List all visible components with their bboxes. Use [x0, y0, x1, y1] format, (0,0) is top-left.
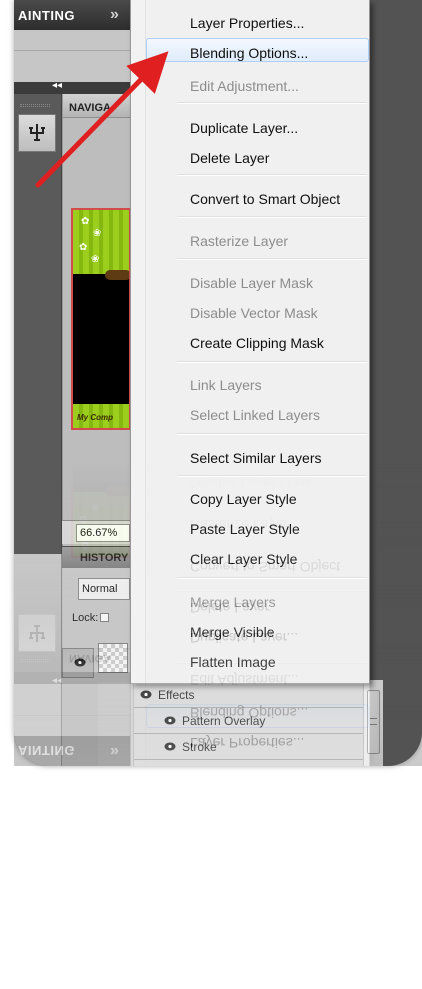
- layer-visibility-toggle[interactable]: [62, 648, 94, 678]
- thumbnail-brand: My Comp: [77, 413, 113, 422]
- collapse-icon[interactable]: ◂◂: [52, 80, 62, 91]
- effects-label: Effects: [158, 688, 195, 702]
- tool-dock: [14, 94, 62, 554]
- menu-item-disable-layer-mask: Disable Layer Mask: [190, 275, 313, 291]
- menu-item-copy-layer-style[interactable]: Copy Layer Style: [146, 485, 369, 509]
- options-band: [14, 30, 134, 82]
- lock-label: Lock:: [72, 612, 99, 624]
- effect-row-pattern-overlay[interactable]: Pattern Overlay: [134, 708, 368, 734]
- menu-item-select-similar-layers[interactable]: Select Similar Layers: [146, 444, 369, 468]
- panel-title: AINTING: [18, 8, 75, 23]
- effects-row[interactable]: Effects: [134, 682, 368, 708]
- layer-thumbnail[interactable]: [98, 643, 128, 673]
- eye-icon: [140, 690, 152, 699]
- menu-item-convert-smart-object[interactable]: Convert to Smart Object: [146, 185, 369, 209]
- lock-row: Lock:: [72, 612, 110, 624]
- menu-item-merge-layers: Merge Layers: [190, 594, 276, 610]
- menu-item-rasterize-layer: Rasterize Layer: [190, 233, 289, 249]
- grip-icon[interactable]: [20, 104, 50, 107]
- menu-item-disable-vector-mask: Disable Vector Mask: [190, 305, 318, 321]
- menu-item-clear-layer-style[interactable]: Clear Layer Style: [146, 545, 369, 569]
- stage: AINTING » ◂◂ NAVIGA ✿ ❀ ✿ ❀ My Comp 66.6…: [0, 0, 422, 989]
- menu-item-flatten-image[interactable]: Flatten Image: [146, 648, 369, 672]
- effect-row-stroke[interactable]: Stroke: [134, 734, 368, 760]
- eye-icon: [164, 742, 176, 751]
- menu-item-link-layers: Link Layers: [190, 377, 262, 393]
- menu-item-edit-adjustment: Edit Adjustment...: [190, 78, 299, 94]
- tool-button[interactable]: [18, 114, 56, 152]
- effect-label: Stroke: [182, 740, 217, 754]
- left-lower-panel: [14, 554, 62, 766]
- panel-title-bar: AINTING »: [14, 0, 134, 30]
- zoom-field[interactable]: 66.67%: [76, 524, 130, 542]
- tool-icon: [29, 124, 45, 141]
- scroll-grip-icon: [370, 718, 377, 725]
- menu-item-duplicate-layer[interactable]: Duplicate Layer...: [146, 114, 369, 138]
- menu-item-select-linked-layers: Select Linked Layers: [190, 407, 320, 423]
- layers-scrollbar[interactable]: [363, 680, 383, 766]
- lock-checkbox[interactable]: [100, 613, 110, 622]
- blend-mode-select[interactable]: Normal: [78, 578, 130, 600]
- effect-label: Pattern Overlay: [182, 714, 266, 728]
- navigator-thumbnail[interactable]: ✿ ❀ ✿ ❀ My Comp: [71, 208, 131, 430]
- menu-item-paste-layer-style[interactable]: Paste Layer Style: [146, 515, 369, 539]
- eye-icon: [164, 716, 176, 725]
- menu-item-layer-properties[interactable]: Layer Properties...: [146, 9, 369, 33]
- zoom-row: 66.67%: [62, 520, 134, 544]
- history-tab[interactable]: HISTORY: [62, 546, 134, 568]
- double-chevron-icon[interactable]: »: [110, 6, 119, 24]
- menu-item-delete-layer[interactable]: Delete Layer: [146, 144, 369, 168]
- menu-item-merge-visible[interactable]: Merge Visible: [146, 618, 369, 642]
- navigator-panel: NAVIGA ✿ ❀ ✿ ❀ My Comp: [62, 94, 134, 554]
- dock-strip: ◂◂: [14, 80, 134, 94]
- navigator-tab[interactable]: NAVIGA: [63, 94, 134, 118]
- menu-item-create-clipping-mask[interactable]: Create Clipping Mask: [146, 329, 369, 353]
- eye-icon: [74, 658, 86, 667]
- photoshop-window: AINTING » ◂◂ NAVIGA ✿ ❀ ✿ ❀ My Comp 66.6…: [14, 0, 422, 766]
- layer-effects: Effects Pattern Overlay Stroke: [98, 682, 368, 766]
- layer-context-menu: Layer Properties... Blending Options... …: [130, 0, 370, 684]
- menu-item-blending-options[interactable]: Blending Options...: [146, 38, 369, 62]
